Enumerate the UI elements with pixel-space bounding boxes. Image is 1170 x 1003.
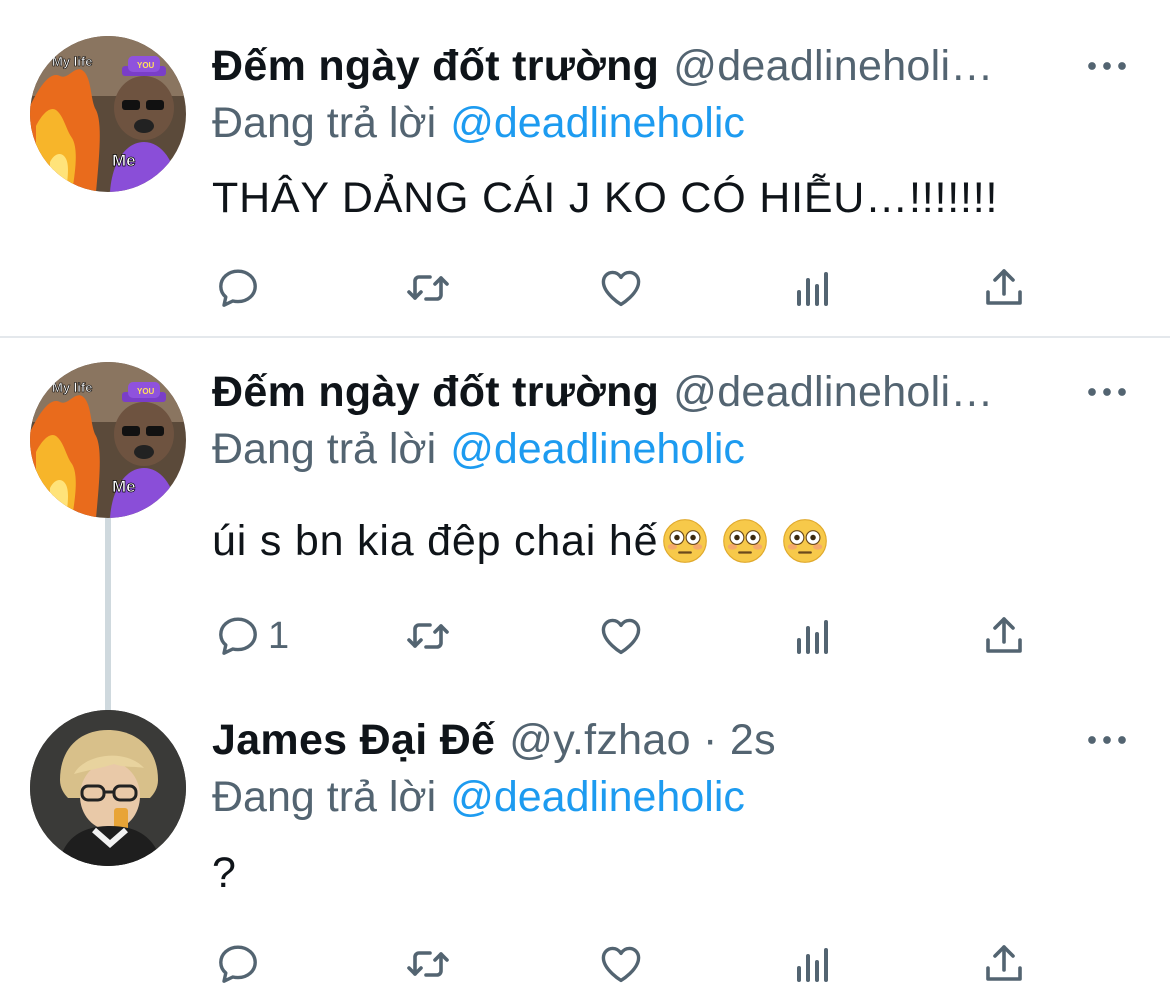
share-icon [980,940,1028,988]
tweet-2[interactable]: My life YOU Me Đếm ngày đốt trường @dead… [0,338,1170,688]
display-name[interactable]: Đếm ngày đốt trường [212,42,659,91]
analytics-button[interactable] [789,258,837,318]
avatar[interactable]: My life YOU Me [30,36,186,192]
avatar-bottom-label: Me [112,477,136,496]
retweet-icon [404,264,452,312]
more-icon [1087,59,1127,73]
tweet-thread: My life YOU Me Đếm ngày đốt trường @dead… [0,0,1170,1003]
analytics-icon [789,940,837,988]
tweet-text: úi s bn kia đêp chai hế [212,510,828,572]
replying-to: Đang trả lời @deadlineholic [212,95,745,151]
reply-icon [214,264,262,312]
more-button[interactable] [1082,710,1132,770]
user-handle[interactable]: @deadlineholi… [673,368,993,417]
retweet-icon [404,612,452,660]
flushed-face-emoji [662,518,708,564]
flushed-face-emoji [722,518,768,564]
more-button[interactable] [1082,362,1132,422]
like-icon [597,264,645,312]
avatar-bottom-label: Me [112,151,136,170]
share-button[interactable] [980,258,1028,318]
user-handle[interactable]: @y.fzhao · 2s [509,716,776,765]
more-button[interactable] [1082,36,1132,96]
replying-to: Đang trả lời @deadlineholic [212,421,745,477]
retweet-icon [404,940,452,988]
tweet-3[interactable]: James Đại Đế @y.fzhao · 2s Đang trả lời … [0,688,1170,1003]
reply-icon [214,612,262,660]
avatar-top-label: My life [52,54,92,69]
tweet-header: Đếm ngày đốt trường @deadlineholi… [212,36,994,96]
tweet-header: James Đại Đế @y.fzhao · 2s [212,710,776,770]
analytics-button[interactable] [789,934,837,994]
reply-icon [214,940,262,988]
avatar-badge: YOU [137,387,155,396]
tweet-text-content: úi s bn kia đêp chai hế [212,516,659,565]
action-bar [0,258,1170,318]
share-button[interactable] [980,934,1028,994]
retweet-button[interactable] [404,934,452,994]
action-bar [0,934,1170,994]
more-icon [1087,385,1127,399]
like-icon [597,940,645,988]
like-button[interactable] [597,258,645,318]
like-button[interactable] [597,934,645,994]
reply-button[interactable] [214,934,268,994]
analytics-icon [789,264,837,312]
user-handle[interactable]: @deadlineholi… [673,42,993,91]
like-icon [597,612,645,660]
share-icon [980,612,1028,660]
share-icon [980,264,1028,312]
avatar-top-label: My life [52,380,92,395]
mention-link[interactable]: @deadlineholic [450,425,745,474]
reply-button[interactable] [214,258,268,318]
analytics-icon [789,612,837,660]
more-icon [1087,733,1127,747]
mention-link[interactable]: @deadlineholic [450,773,745,822]
reply-button[interactable]: 1 [214,606,289,666]
flushed-face-emoji [782,518,828,564]
avatar-badge: YOU [137,61,155,70]
tweet-1[interactable]: My life YOU Me Đếm ngày đốt trường @dead… [0,0,1170,338]
display-name[interactable]: James Đại Đế [212,716,495,765]
share-button[interactable] [980,606,1028,666]
display-name[interactable]: Đếm ngày đốt trường [212,368,659,417]
retweet-button[interactable] [404,606,452,666]
mention-link[interactable]: @deadlineholic [450,99,745,148]
avatar[interactable] [30,710,186,866]
replying-to: Đang trả lời @deadlineholic [212,769,745,825]
like-button[interactable] [597,606,645,666]
replying-label: Đang trả lời [212,424,437,473]
replying-label: Đang trả lời [212,772,437,821]
retweet-button[interactable] [404,258,452,318]
tweet-text: ? [212,848,237,897]
avatar[interactable]: My life YOU Me [30,362,186,518]
tweet-header: Đếm ngày đốt trường @deadlineholi… [212,362,994,422]
action-bar: 1 [0,606,1170,666]
reply-count: 1 [268,614,290,657]
analytics-button[interactable] [789,606,837,666]
replying-label: Đang trả lời [212,98,437,147]
tweet-text: THÂY DẢNG CÁI J KO CÓ HIỄU…!!!!!!! [212,173,999,222]
